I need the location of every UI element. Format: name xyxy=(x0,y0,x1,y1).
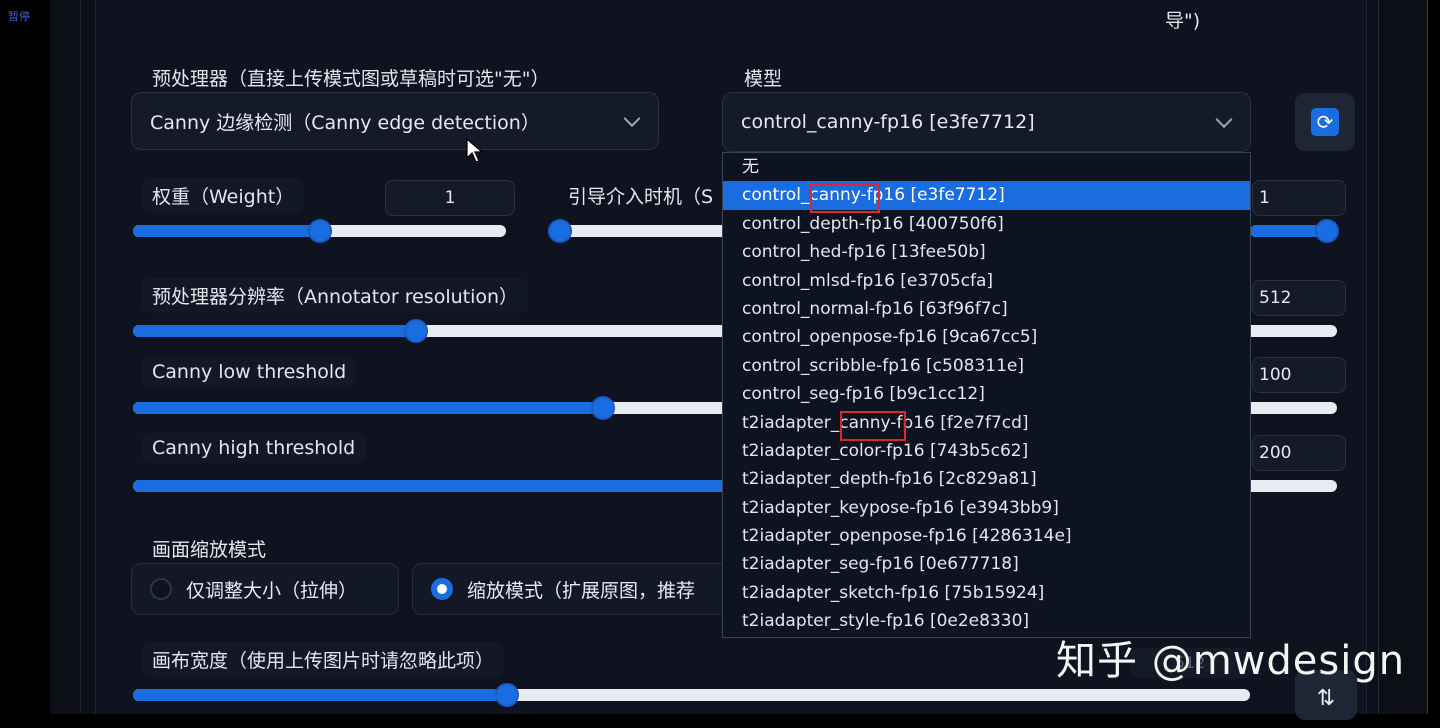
canvas-width-slider-thumb[interactable] xyxy=(495,683,520,707)
canny-low-slider-thumb[interactable] xyxy=(590,396,615,420)
radio-unchecked[interactable] xyxy=(150,578,172,600)
dropdown-option[interactable]: control_seg-fp16 [b9c1cc12] xyxy=(723,380,1250,408)
highlight-box-canny-1 xyxy=(810,183,880,213)
preprocessor-label: 预处理器（直接上传模式图或草稿时可选"无"） xyxy=(152,68,550,90)
weight-slider-fill xyxy=(133,225,320,237)
dropdown-option[interactable]: control_depth-fp16 [400750f6] xyxy=(723,210,1250,238)
canvas-width-slider-fill xyxy=(133,689,508,701)
resize-option-stretch[interactable]: 仅调整大小（拉伸） xyxy=(131,563,399,615)
resize-option-scale[interactable]: 缩放模式（扩展原图，推荐 xyxy=(412,563,742,615)
highlight-box-canny-2 xyxy=(840,411,906,441)
dropdown-option[interactable]: control_mlsd-fp16 [e3705cfa] xyxy=(723,267,1250,295)
model-select[interactable]: control_canny-fp16 [e3fe7712] xyxy=(722,92,1251,152)
left-frame xyxy=(50,0,81,714)
resize-mode-label: 画面缩放模式 xyxy=(152,539,267,561)
chevron-down-icon xyxy=(1215,111,1233,129)
weight-input[interactable]: 1 xyxy=(385,180,515,216)
canny-low-slider-fill xyxy=(133,402,603,414)
pause-label: 暂停 xyxy=(8,10,30,23)
dropdown-option[interactable]: control_scribble-fp16 [c508311e] xyxy=(723,352,1250,380)
guidance-start-label: 引导介入时机（S xyxy=(568,186,714,208)
canvas-width-slider[interactable] xyxy=(133,683,1250,707)
canny-high-input[interactable]: 200 xyxy=(1252,435,1346,471)
refresh-icon: ⟳ xyxy=(1311,108,1339,136)
canny-low-input[interactable]: 100 xyxy=(1252,357,1346,393)
annotator-resolution-slider-thumb[interactable] xyxy=(403,319,428,343)
guidance-end-input[interactable]: 1 xyxy=(1252,180,1346,216)
canny-low-label: Canny low threshold xyxy=(142,357,357,387)
refresh-models-button[interactable]: ⟳ xyxy=(1295,93,1355,151)
dropdown-option[interactable]: 无 xyxy=(723,153,1250,181)
dropdown-option[interactable]: control_hed-fp16 [13fee50b] xyxy=(723,238,1250,266)
chevron-down-icon xyxy=(623,110,641,128)
dropdown-option[interactable]: t2iadapter_depth-fp16 [2c829a81] xyxy=(723,465,1250,493)
preprocessor-select[interactable]: Canny 边缘检测（Canny edge detection） xyxy=(131,92,659,150)
dropdown-option-selected[interactable]: control_canny-fp16 [e3fe7712] xyxy=(723,181,1250,210)
weight-slider[interactable] xyxy=(133,219,506,243)
weight-slider-thumb[interactable] xyxy=(307,219,332,243)
model-dropdown-list[interactable]: 无 control_canny-fp16 [e3fe7712] control_… xyxy=(722,152,1251,638)
preprocessor-value: Canny 边缘检测（Canny edge detection） xyxy=(150,111,540,134)
canvas-width-label: 画布宽度（使用上传图片时请忽略此项） xyxy=(142,642,505,677)
guidance-end-slider[interactable] xyxy=(1250,219,1339,243)
radio-checked[interactable] xyxy=(431,578,453,600)
right-frame xyxy=(1378,0,1428,714)
model-value: control_canny-fp16 [e3fe7712] xyxy=(741,111,1035,133)
dropdown-option[interactable]: control_normal-fp16 [63f96f7c] xyxy=(723,295,1250,323)
dropdown-option[interactable]: t2iadapter_color-fp16 [743b5c62] xyxy=(723,437,1250,465)
dropdown-option[interactable]: t2iadapter_sketch-fp16 [75b15924] xyxy=(723,579,1250,607)
weight-label: 权重（Weight） xyxy=(142,178,305,213)
watermark: 知乎 @mwdesign xyxy=(1056,638,1406,684)
dropdown-option[interactable]: control_openpose-fp16 [9ca67cc5] xyxy=(723,323,1250,351)
guidance-end-slider-thumb[interactable] xyxy=(1315,219,1339,243)
guidance-start-slider[interactable] xyxy=(548,219,728,243)
canny-high-label: Canny high threshold xyxy=(142,433,366,463)
annotator-resolution-label: 预处理器分辨率（Annotator resolution） xyxy=(142,278,529,313)
top-right-text: 导") xyxy=(1165,10,1201,32)
resize-option-scale-label: 缩放模式（扩展原图，推荐 xyxy=(467,579,696,602)
canny-high-slider-fill xyxy=(133,480,735,492)
dropdown-option[interactable]: t2iadapter_keypose-fp16 [e3943bb9] xyxy=(723,494,1250,522)
annotator-resolution-slider-fill xyxy=(133,325,416,337)
guidance-start-slider-thumb[interactable] xyxy=(548,219,572,243)
model-label: 模型 xyxy=(744,68,783,90)
annotator-resolution-input[interactable]: 512 xyxy=(1252,280,1346,316)
dropdown-option[interactable]: t2iadapter_openpose-fp16 [4286314e] xyxy=(723,522,1250,550)
resize-option-stretch-label: 仅调整大小（拉伸） xyxy=(186,579,358,602)
dropdown-option[interactable]: t2iadapter_seg-fp16 [0e677718] xyxy=(723,550,1250,578)
dropdown-option[interactable]: t2iadapter_canny-fp16 [f2e7f7cd] xyxy=(723,409,1250,437)
swap-icon: ⇅ xyxy=(1316,686,1336,711)
mouse-cursor-icon xyxy=(466,138,484,163)
